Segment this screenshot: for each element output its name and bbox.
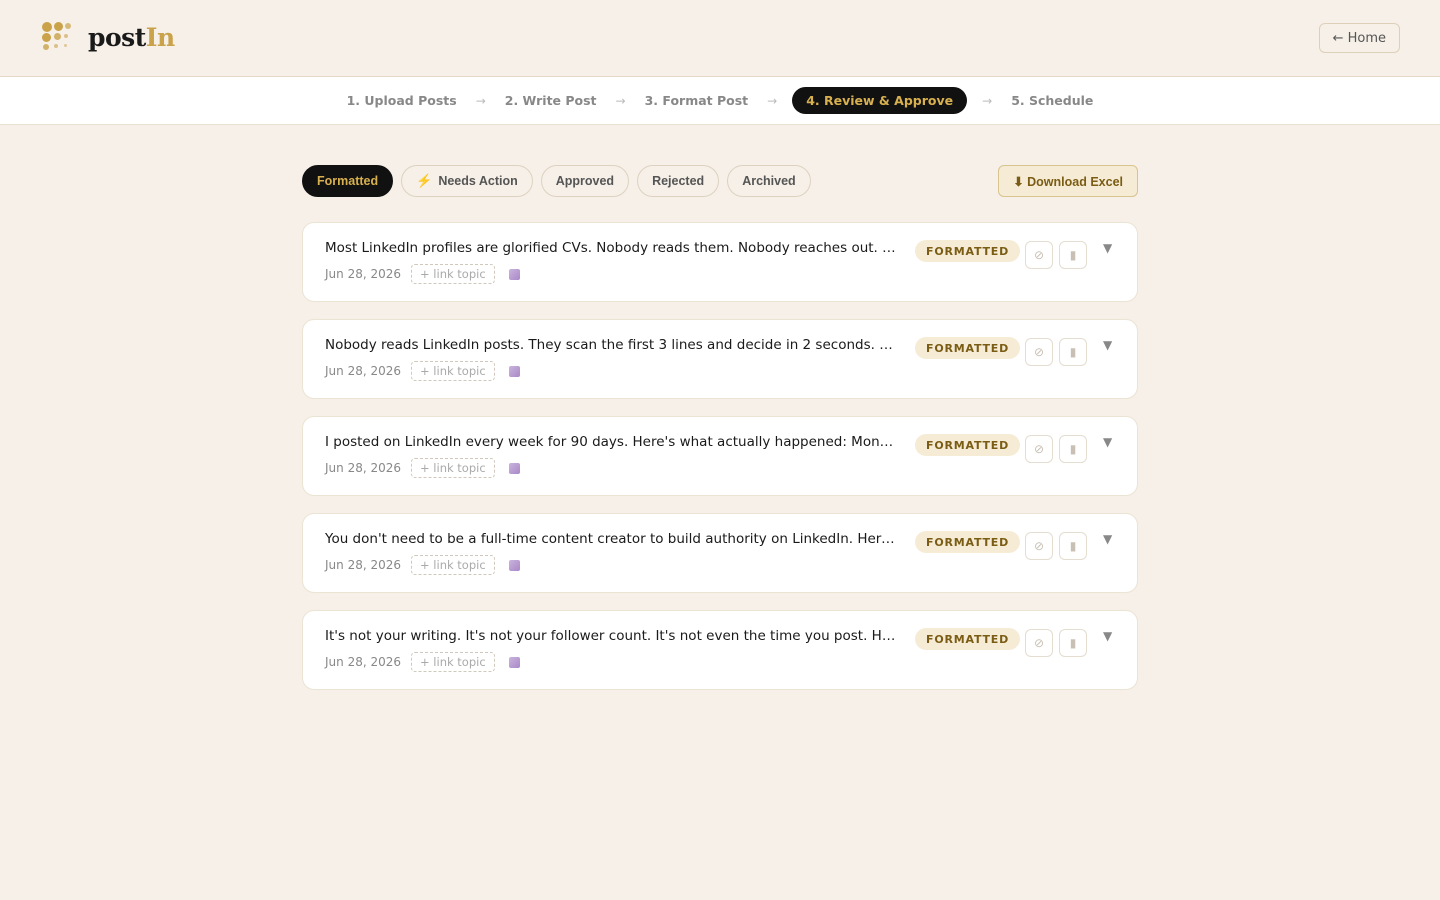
- color-swatch[interactable]: [508, 365, 520, 377]
- status-badge: FORMATTED: [915, 628, 1021, 650]
- post-card[interactable]: You don't need to be a full-time content…: [302, 513, 1138, 593]
- post-date: Jun 28, 2026: [325, 655, 402, 669]
- logo[interactable]: postIn: [42, 22, 175, 52]
- post-date: Jun 28, 2026: [325, 364, 402, 378]
- tab-approved[interactable]: Approved: [540, 165, 630, 197]
- status-badge: FORMATTED: [915, 531, 1021, 553]
- status-badge: FORMATTED: [915, 337, 1021, 359]
- home-button[interactable]: ← Home: [1318, 23, 1400, 53]
- tab-label: Archived: [742, 174, 796, 188]
- post-card[interactable]: Most LinkedIn profiles are glorified CVs…: [302, 222, 1138, 302]
- step-review-approve[interactable]: 4. Review & Approve: [792, 87, 968, 114]
- block-icon[interactable]: ⊘: [1025, 532, 1053, 560]
- tab-label: Formatted: [317, 174, 379, 188]
- link-topic-button[interactable]: + link topic: [411, 555, 495, 575]
- workflow-stepper: 1. Upload Posts → 2. Write Post → 3. For…: [0, 77, 1440, 125]
- step-arrow-icon: →: [615, 93, 626, 108]
- tab-label: Rejected: [652, 174, 705, 188]
- post-title[interactable]: Most LinkedIn profiles are glorified CVs…: [325, 240, 898, 256]
- post-list: Most LinkedIn profiles are glorified CVs…: [302, 222, 1138, 690]
- post-meta: Jun 28, 2026 + link topic: [325, 458, 520, 478]
- link-topic-button[interactable]: + link topic: [411, 264, 495, 284]
- status-badge: FORMATTED: [915, 240, 1021, 262]
- post-date: Jun 28, 2026: [325, 267, 402, 281]
- post-title[interactable]: I posted on LinkedIn every week for 90 d…: [325, 434, 898, 450]
- logo-prefix: post: [88, 22, 146, 52]
- post-meta: Jun 28, 2026 + link topic: [325, 555, 520, 575]
- chevron-down-icon[interactable]: ▼: [1103, 532, 1112, 546]
- tab-needs-action[interactable]: ⚡ Needs Action: [401, 165, 533, 197]
- post-card[interactable]: It's not your writing. It's not your fol…: [302, 610, 1138, 690]
- tab-formatted[interactable]: Formatted: [302, 165, 394, 197]
- status-badge: FORMATTED: [915, 434, 1021, 456]
- block-icon[interactable]: ⊘: [1025, 338, 1053, 366]
- trash-icon[interactable]: ▮: [1059, 435, 1087, 463]
- color-swatch[interactable]: [508, 656, 520, 668]
- step-upload-posts[interactable]: 1. Upload Posts: [343, 93, 461, 108]
- step-arrow-icon: →: [982, 93, 993, 108]
- tab-label: Needs Action: [438, 174, 518, 188]
- step-schedule[interactable]: 5. Schedule: [1007, 93, 1097, 108]
- filter-tabs: Formatted ⚡ Needs Action Approved Rejecte…: [302, 165, 1138, 197]
- trash-icon[interactable]: ▮: [1059, 629, 1087, 657]
- color-swatch[interactable]: [508, 559, 520, 571]
- post-meta: Jun 28, 2026 + link topic: [325, 361, 520, 381]
- step-arrow-icon: →: [475, 93, 486, 108]
- link-topic-button[interactable]: + link topic: [411, 652, 495, 672]
- logo-text: postIn: [88, 23, 175, 52]
- link-topic-button[interactable]: + link topic: [411, 361, 495, 381]
- block-icon[interactable]: ⊘: [1025, 629, 1053, 657]
- step-write-post[interactable]: 2. Write Post: [501, 93, 601, 108]
- post-card[interactable]: Nobody reads LinkedIn posts. They scan t…: [302, 319, 1138, 399]
- step-format-post[interactable]: 3. Format Post: [641, 93, 753, 108]
- tab-label: Approved: [555, 174, 615, 188]
- post-title[interactable]: Nobody reads LinkedIn posts. They scan t…: [325, 337, 898, 353]
- logo-accent: In: [145, 22, 175, 52]
- post-meta: Jun 28, 2026 + link topic: [325, 652, 520, 672]
- download-excel-button[interactable]: ⬇ Download Excel: [998, 165, 1138, 197]
- block-icon[interactable]: ⊘: [1025, 435, 1053, 463]
- block-icon[interactable]: ⊘: [1025, 241, 1053, 269]
- post-card[interactable]: I posted on LinkedIn every week for 90 d…: [302, 416, 1138, 496]
- post-meta: Jun 28, 2026 + link topic: [325, 264, 520, 284]
- post-date: Jun 28, 2026: [325, 558, 402, 572]
- app-header: postIn ← Home: [0, 0, 1440, 77]
- chevron-down-icon[interactable]: ▼: [1103, 435, 1112, 449]
- chevron-down-icon[interactable]: ▼: [1103, 629, 1112, 643]
- color-swatch[interactable]: [508, 462, 520, 474]
- step-arrow-icon: →: [767, 93, 778, 108]
- post-title[interactable]: It's not your writing. It's not your fol…: [325, 628, 898, 644]
- chevron-down-icon[interactable]: ▼: [1103, 338, 1112, 352]
- logo-dots-icon: [42, 22, 74, 52]
- chevron-down-icon[interactable]: ▼: [1103, 241, 1112, 255]
- tab-archived[interactable]: Archived: [727, 165, 811, 197]
- post-date: Jun 28, 2026: [325, 461, 402, 475]
- trash-icon[interactable]: ▮: [1059, 241, 1087, 269]
- color-swatch[interactable]: [508, 268, 520, 280]
- trash-icon[interactable]: ▮: [1059, 532, 1087, 560]
- trash-icon[interactable]: ▮: [1059, 338, 1087, 366]
- bolt-icon: ⚡: [416, 173, 433, 188]
- tab-rejected[interactable]: Rejected: [637, 165, 720, 197]
- post-title[interactable]: You don't need to be a full-time content…: [325, 531, 898, 547]
- link-topic-button[interactable]: + link topic: [411, 458, 495, 478]
- main-content: Formatted ⚡ Needs Action Approved Rejecte…: [302, 165, 1138, 690]
